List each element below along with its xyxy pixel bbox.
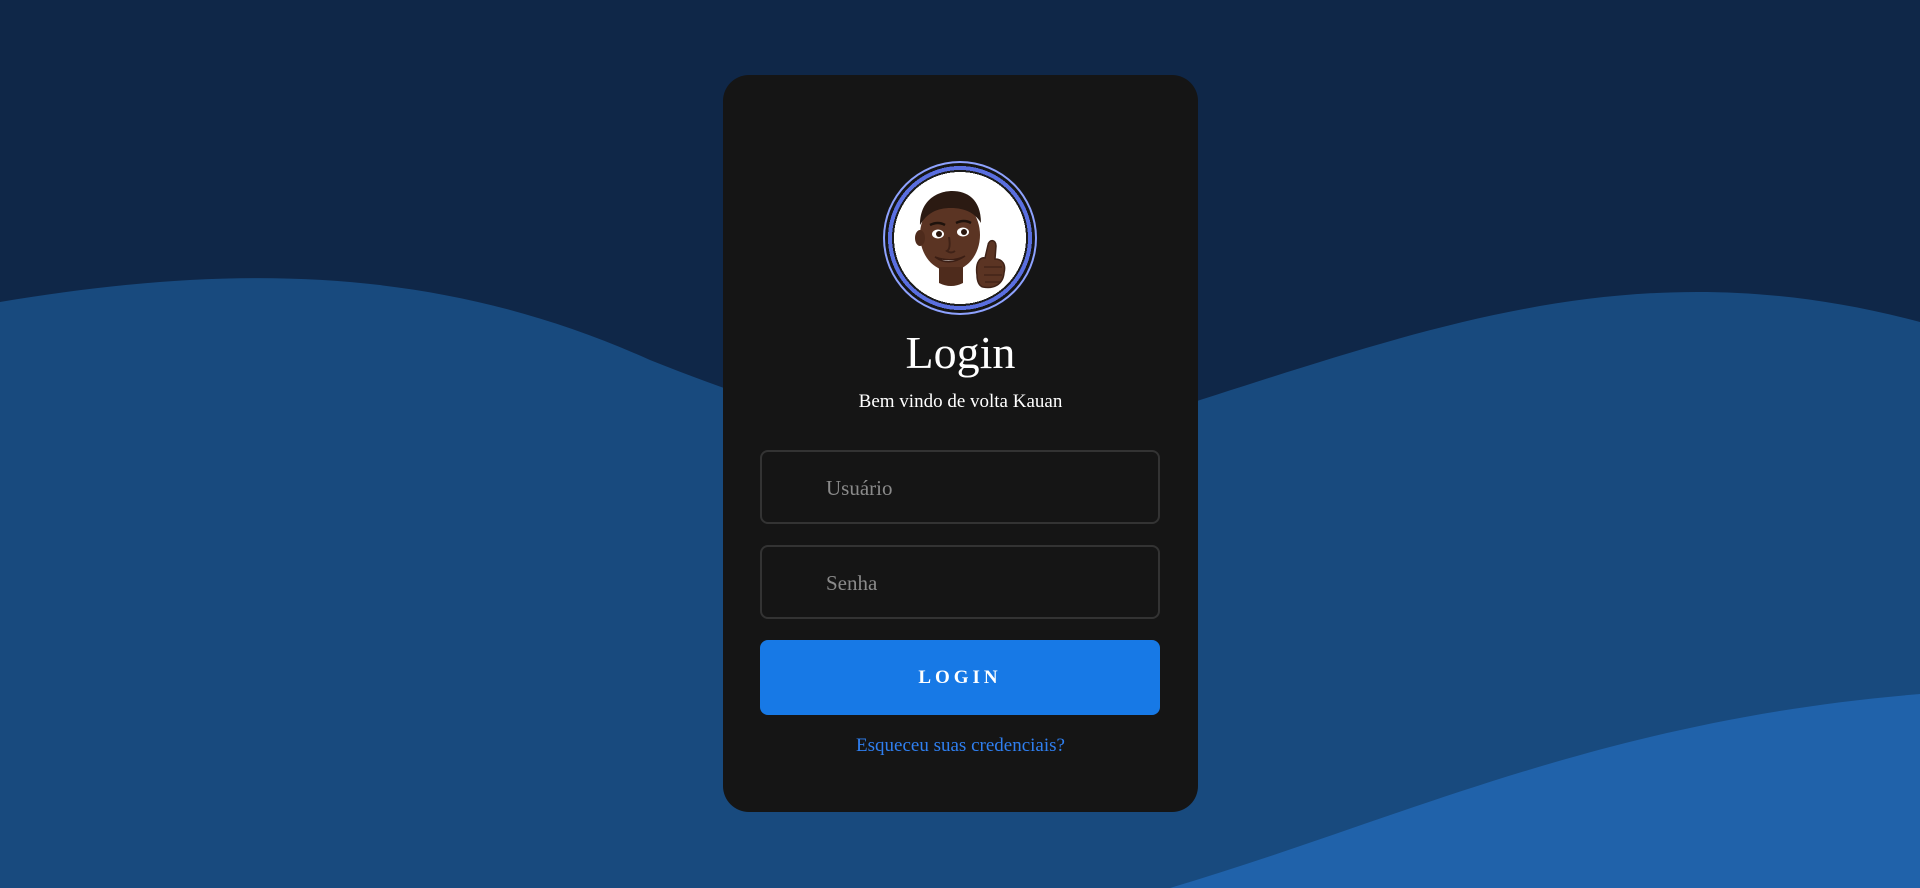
memoji-avatar-icon: [915, 191, 1006, 289]
username-field[interactable]: [760, 450, 1160, 524]
password-input[interactable]: [824, 547, 1148, 619]
login-card: Login Bem vindo de volta Kauan LOGIN Esq…: [723, 75, 1198, 812]
forgot-credentials-link[interactable]: Esqueceu suas credenciais?: [723, 735, 1198, 757]
password-field[interactable]: [760, 545, 1160, 619]
welcome-subtitle: Bem vindo de volta Kauan: [858, 391, 1063, 412]
avatar: [885, 163, 1035, 313]
login-button[interactable]: LOGIN: [760, 640, 1160, 715]
username-input[interactable]: [824, 452, 1148, 524]
page-title: Login: [905, 327, 1016, 378]
